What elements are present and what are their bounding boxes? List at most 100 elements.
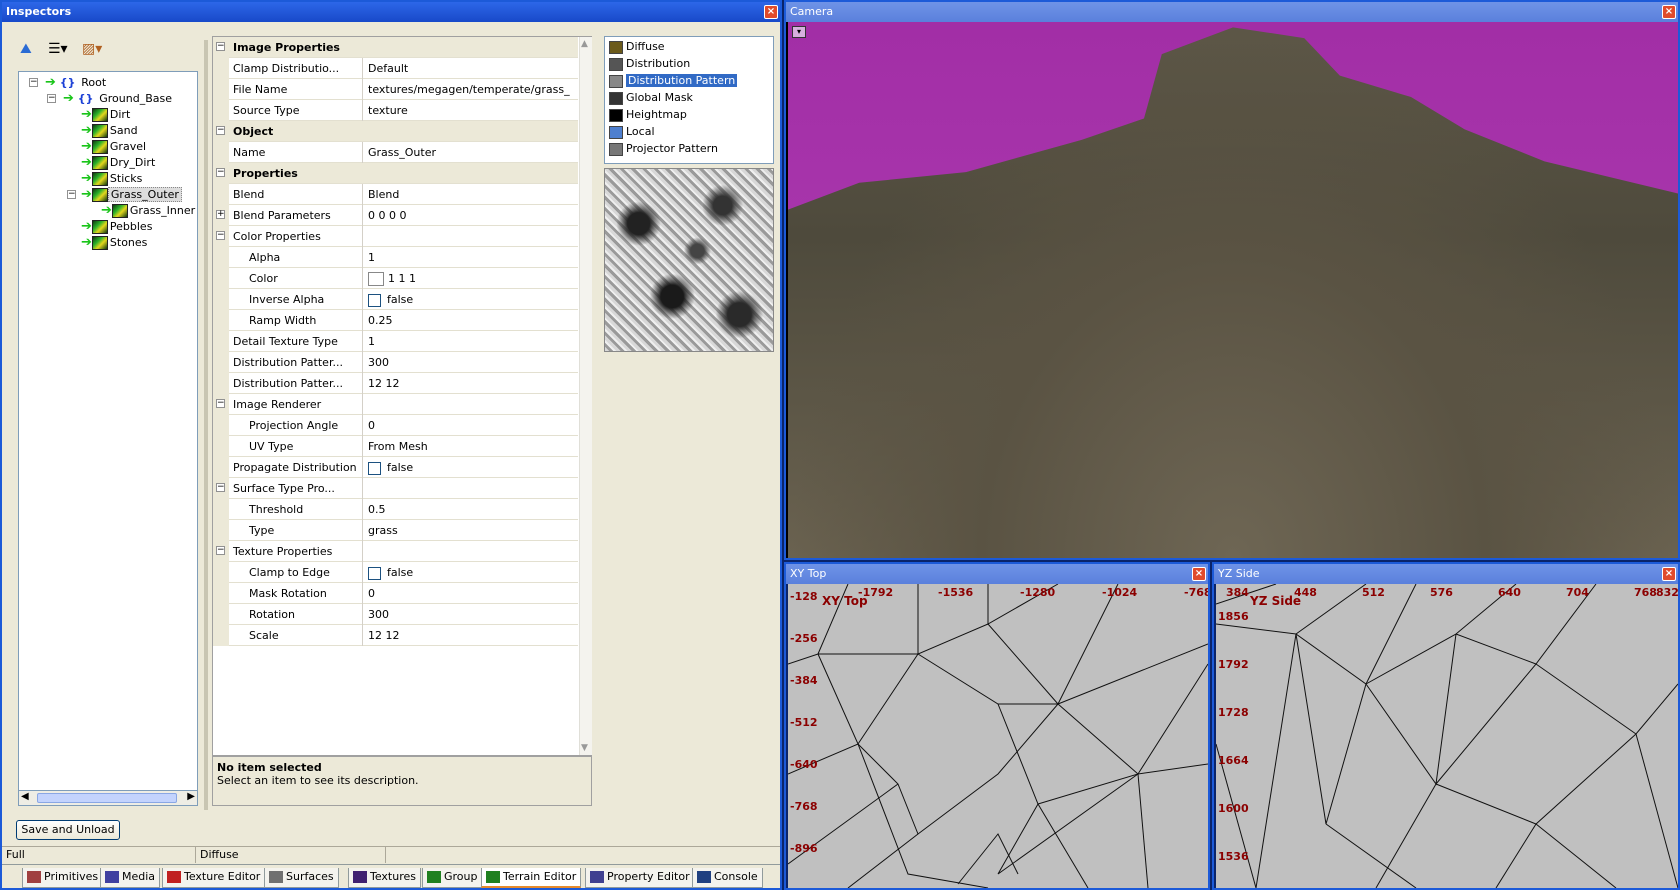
property-row[interactable]: Distribution Patter... 12 12 <box>213 373 578 394</box>
ground-base-collapse-icon[interactable]: − <box>47 94 56 103</box>
tab-texture-editor[interactable]: Texture Editor <box>162 868 266 888</box>
collapse-icon[interactable]: − <box>216 42 225 51</box>
property-row[interactable]: Name Grass_Outer <box>213 142 578 163</box>
property-row[interactable]: − Image Renderer <box>213 394 578 415</box>
layer-type-global-mask[interactable]: Global Mask <box>609 90 693 106</box>
tab-console[interactable]: Console <box>692 868 763 888</box>
property-row[interactable]: Propagate Distribution false <box>213 457 578 478</box>
property-grid-scrollbar[interactable]: ▲ ▼ <box>579 37 592 755</box>
property-row[interactable]: Threshold 0.5 <box>213 499 578 520</box>
tree-item-stones[interactable]: ➔ Stones <box>81 235 149 251</box>
scroll-down-icon[interactable]: ▼ <box>581 743 588 753</box>
layer-type-local[interactable]: Local <box>609 124 655 140</box>
property-value[interactable]: 12 12 <box>364 625 578 646</box>
collapse-icon[interactable]: − <box>216 231 225 240</box>
property-value[interactable]: texture <box>364 100 578 121</box>
tab-textures[interactable]: Textures <box>348 868 421 888</box>
property-row[interactable]: − Color Properties <box>213 226 578 247</box>
root-collapse-icon[interactable]: − <box>29 78 38 87</box>
scroll-left-icon[interactable]: ◀ <box>21 791 29 802</box>
collapse-icon[interactable]: − <box>216 168 225 177</box>
camera-viewport[interactable]: ▾ <box>788 22 1678 558</box>
property-row[interactable]: UV Type From Mesh <box>213 436 578 457</box>
layers-dropdown-icon[interactable]: ☰▾ <box>48 40 68 58</box>
property-value[interactable] <box>364 226 578 247</box>
collapse-icon[interactable]: − <box>216 126 225 135</box>
camera-close-button[interactable]: × <box>1662 5 1676 19</box>
property-row[interactable]: Color 1 1 1 <box>213 268 578 289</box>
property-row[interactable]: Alpha 1 <box>213 247 578 268</box>
grass-outer-collapse-icon[interactable]: − <box>67 190 76 199</box>
property-value[interactable] <box>364 394 578 415</box>
property-row[interactable]: − Properties <box>213 163 578 184</box>
property-row[interactable]: − Surface Type Pro... <box>213 478 578 499</box>
tab-media[interactable]: Media <box>100 868 161 888</box>
xy-top-viewport[interactable]: XY Top-1792-1536-1280-1024-768-128-256-3… <box>788 584 1208 888</box>
terrain-icon[interactable]: ⛰ <box>20 40 32 58</box>
property-value[interactable]: 300 <box>364 352 578 373</box>
property-row[interactable]: Ramp Width 0.25 <box>213 310 578 331</box>
property-value[interactable]: Default <box>364 58 578 79</box>
layer-type-projector-pattern[interactable]: Projector Pattern <box>609 141 718 157</box>
xy-top-titlebar[interactable]: XY Top × <box>786 564 1208 584</box>
property-row[interactable]: Type grass <box>213 520 578 541</box>
property-value[interactable]: From Mesh <box>364 436 578 457</box>
property-row[interactable]: Rotation 300 <box>213 604 578 625</box>
scroll-thumb[interactable] <box>37 793 177 803</box>
tab-primitives[interactable]: Primitives <box>22 868 104 888</box>
yz-side-titlebar[interactable]: YZ Side × <box>1214 564 1678 584</box>
layer-type-diffuse[interactable]: Diffuse <box>609 39 665 55</box>
property-value[interactable]: 12 12 <box>364 373 578 394</box>
texture-dropdown-icon[interactable]: ▨▾ <box>82 40 102 58</box>
property-value[interactable]: 0.5 <box>364 499 578 520</box>
save-and-unload-button[interactable]: Save and Unload <box>16 820 120 840</box>
property-value[interactable]: Blend <box>364 184 578 205</box>
layer-type-distribution-pattern[interactable]: Distribution Pattern <box>609 73 738 89</box>
property-row[interactable]: − Texture Properties <box>213 541 578 562</box>
yz-side-viewport[interactable]: YZ Side 384 448 512 576 640 704 768 832 1856 1792 1… <box>1216 584 1678 888</box>
scroll-up-icon[interactable]: ▲ <box>581 39 588 49</box>
inspectors-titlebar[interactable]: Inspectors × <box>2 2 780 22</box>
property-value[interactable]: 1 <box>364 247 578 268</box>
property-value[interactable]: textures/megagen/temperate/grass_ <box>364 79 578 100</box>
property-row[interactable]: − Image Properties <box>213 37 578 58</box>
property-value[interactable] <box>364 478 578 499</box>
property-row[interactable]: Projection Angle 0 <box>213 415 578 436</box>
tab-surfaces[interactable]: Surfaces <box>264 868 339 888</box>
property-row[interactable]: Scale 12 12 <box>213 625 578 646</box>
property-value[interactable]: grass <box>364 520 578 541</box>
tree-item-dirt[interactable]: ➔ Dirt <box>81 107 132 123</box>
color-swatch[interactable] <box>368 272 384 286</box>
tree-item-grass-inner[interactable]: ➔ Grass_Inner <box>101 203 197 219</box>
property-value[interactable]: false <box>364 457 578 478</box>
tab-property-editor[interactable]: Property Editor <box>585 868 695 888</box>
property-row[interactable]: Inverse Alpha false <box>213 289 578 310</box>
property-value[interactable]: Grass_Outer <box>364 142 578 163</box>
layer-type-list[interactable]: Diffuse Distribution Distribution Pattern G… <box>604 36 774 164</box>
property-row[interactable]: Clamp Distributio... Default <box>213 58 578 79</box>
property-value[interactable]: 0 0 0 0 <box>364 205 578 226</box>
checkbox[interactable] <box>368 566 381 580</box>
collapse-icon[interactable]: − <box>216 483 225 492</box>
property-value[interactable] <box>364 541 578 562</box>
property-value[interactable]: false <box>364 562 578 583</box>
tree-item-sticks[interactable]: ➔ Sticks <box>81 171 144 187</box>
property-value[interactable]: 1 <box>364 331 578 352</box>
collapse-icon[interactable]: − <box>216 399 225 408</box>
property-value[interactable]: false <box>364 289 578 310</box>
tree-item-grass-outer[interactable]: ➔ Grass_Outer <box>81 187 182 203</box>
checkbox[interactable] <box>368 461 381 475</box>
checkbox[interactable] <box>368 293 381 307</box>
property-row[interactable]: Source Type texture <box>213 100 578 121</box>
collapse-icon[interactable]: − <box>216 546 225 555</box>
property-value[interactable]: 0 <box>364 415 578 436</box>
tree-item-sand[interactable]: ➔ Sand <box>81 123 140 139</box>
property-value[interactable]: 300 <box>364 604 578 625</box>
tree-item-gravel[interactable]: ➔ Gravel <box>81 139 148 155</box>
property-row[interactable]: Clamp to Edge false <box>213 562 578 583</box>
tree-horizontal-scrollbar[interactable]: ◀ ▶ <box>18 790 198 806</box>
expand-icon[interactable]: + <box>216 210 225 219</box>
scroll-right-icon[interactable]: ▶ <box>187 791 195 802</box>
tree-item-ground-base[interactable]: ➔ {} Ground_Base <box>63 91 174 107</box>
layer-type-distribution[interactable]: Distribution <box>609 56 690 72</box>
